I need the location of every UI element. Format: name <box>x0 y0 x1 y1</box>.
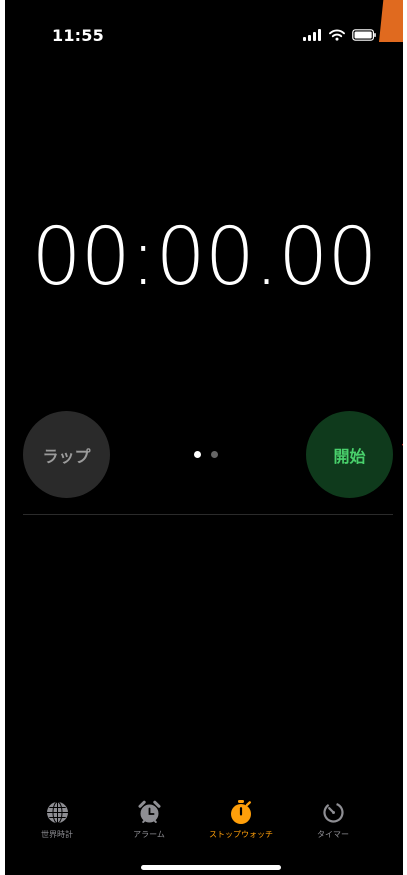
start-button-label: 開始 <box>333 446 366 466</box>
lap-button-label: ラップ <box>42 446 91 466</box>
tab-world-clock-label: 世界時計 <box>41 830 73 839</box>
alarm-clock-icon <box>135 798 163 826</box>
status-bar: 11:55 <box>5 24 403 48</box>
stopwatch-icon <box>227 798 255 826</box>
lap-button[interactable]: ラップ <box>23 411 110 498</box>
tab-alarm-label: アラーム <box>133 830 165 839</box>
tab-timer-label: タイマー <box>317 830 349 839</box>
home-indicator[interactable] <box>141 865 281 870</box>
timer-icon <box>319 798 347 826</box>
tab-timer[interactable]: タイマー <box>288 788 378 850</box>
globe-icon <box>43 798 71 826</box>
corner-annotation-mark <box>379 0 403 42</box>
status-icons <box>303 29 377 41</box>
tab-stopwatch-label: ストップウォッチ <box>209 830 273 839</box>
status-time: 11:55 <box>52 26 104 45</box>
page-dot[interactable] <box>211 451 218 458</box>
battery-icon <box>352 29 377 41</box>
laps-divider <box>23 514 393 515</box>
start-button[interactable]: 開始 <box>306 411 393 498</box>
tab-stopwatch[interactable]: ストップウォッチ <box>196 788 286 850</box>
phone-screen: 11:55 00:00.00 ラップ 開始 世界時計 アラーム ストップウォッチ… <box>5 0 403 875</box>
tab-world-clock[interactable]: 世界時計 <box>12 788 102 850</box>
edge-arrow-mark <box>402 440 403 448</box>
tab-alarm[interactable]: アラーム <box>104 788 194 850</box>
tab-bar: 世界時計 アラーム ストップウォッチ タイマー <box>5 788 403 850</box>
wifi-icon <box>329 29 345 41</box>
page-indicator[interactable] <box>194 451 218 458</box>
stopwatch-display: 00:00.00 <box>31 211 377 303</box>
page-dot-active[interactable] <box>194 451 201 458</box>
signal-icon <box>303 29 322 41</box>
